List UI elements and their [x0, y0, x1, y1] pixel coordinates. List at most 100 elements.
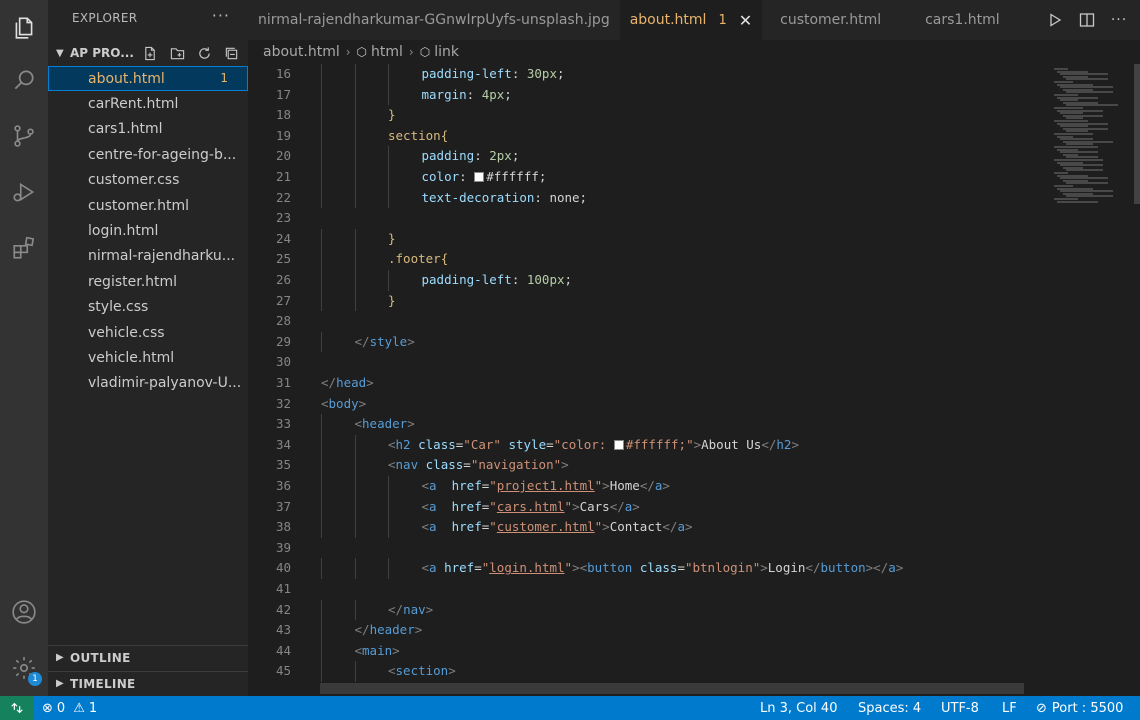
code-token: > [684, 519, 693, 535]
code-line[interactable]: 28 [248, 311, 1048, 332]
code-editor[interactable]: 16 padding-left: 30px; 17 margin: 4px; 18} 19… [248, 64, 1048, 696]
color-swatch[interactable] [474, 172, 485, 182]
file-item[interactable]: about.html 1 [48, 66, 248, 92]
code-line[interactable]: 26 padding-left: 100px; [248, 270, 1048, 291]
file-item[interactable]: vehicle.html [48, 345, 248, 370]
file-item[interactable]: nirmal-rajendharku... [48, 244, 248, 269]
search-icon[interactable] [8, 64, 40, 96]
remote-icon[interactable] [0, 696, 34, 720]
breadcrumb-html[interactable]: html [371, 44, 403, 60]
code-line[interactable]: 17 margin: 4px; [248, 84, 1048, 106]
code-line[interactable]: 22 text-decoration: none; [248, 187, 1048, 209]
outline-section[interactable]: ▶ OUTLINE [48, 645, 248, 669]
code-line[interactable]: 19 section{ [248, 125, 1048, 147]
code-line[interactable]: 36 <a href="project1.html">Home</a> [248, 476, 1048, 497]
tab-label: customer.html [780, 12, 882, 28]
code-line[interactable]: 45 <section> [248, 661, 1048, 682]
run-icon[interactable] [1046, 11, 1064, 29]
code-token: = [474, 560, 482, 576]
code-line[interactable]: 39 [248, 538, 1048, 559]
file-item[interactable]: login.html [48, 218, 248, 243]
file-item[interactable]: vladimir-palyanov-U... [48, 371, 248, 396]
code-token: < [421, 498, 430, 514]
more-icon[interactable]: ··· [1110, 11, 1128, 29]
breadcrumb-file[interactable]: about.html [263, 44, 340, 60]
code-line[interactable]: 27} [248, 290, 1048, 312]
code-line[interactable]: 25 .footer{ [248, 249, 1048, 270]
code-line[interactable]: 21 color: #ffffff; [248, 167, 1048, 188]
split-editor-icon[interactable] [1078, 11, 1096, 29]
collapse-all-icon[interactable] [222, 44, 240, 62]
file-item[interactable]: customer.css [48, 168, 248, 193]
run-debug-icon[interactable] [8, 176, 40, 208]
new-file-icon[interactable] [141, 44, 159, 62]
code-line[interactable]: 23 [248, 208, 1048, 229]
code-token: project1.html [496, 478, 595, 493]
encoding[interactable]: UTF-8 [941, 696, 979, 720]
code-token: : [459, 169, 475, 184]
tab-cars1-html[interactable]: cars1.html [891, 0, 1010, 40]
line-number: 18 [275, 107, 291, 123]
code-line[interactable]: 41 [248, 579, 1048, 600]
file-name: style.css [88, 299, 149, 316]
refresh-icon[interactable] [195, 44, 213, 62]
code-line[interactable]: 20 padding: 2px; [248, 146, 1048, 167]
code-line[interactable]: 18} [248, 105, 1048, 126]
line-number: 38 [275, 519, 291, 535]
code-line[interactable]: 33 <header> [248, 414, 1048, 435]
file-item[interactable]: cars1.html [48, 117, 248, 142]
more-actions-button[interactable]: ··· [212, 6, 230, 25]
end-of-line[interactable]: LF [1002, 696, 1017, 720]
tab-about-html[interactable]: about.html 1 ✕ [619, 0, 763, 40]
code-line[interactable]: 34 <h2 class="Car" style="color: #ffffff;… [248, 434, 1048, 456]
timeline-section[interactable]: ▶ TIMELINE [48, 671, 248, 695]
code-line[interactable]: 37 <a href="cars.html">Cars</a> [248, 496, 1048, 518]
file-item[interactable]: vehicle.css [48, 320, 248, 345]
minimap[interactable] [1050, 64, 1140, 696]
tab-image[interactable]: nirmal-rajendharkumar-GGnwIrpUyfs-unspla… [248, 0, 620, 40]
settings-icon[interactable]: 1 [8, 652, 42, 686]
vertical-scrollbar[interactable] [1134, 64, 1140, 204]
code-token: header [369, 622, 415, 638]
code-token: > [425, 601, 434, 617]
code-line[interactable]: 31 </head> [248, 373, 1048, 394]
problems-indicator[interactable]: ⊗ 0 ⚠ 1 [42, 696, 97, 720]
live-server-port[interactable]: ⊘ Port : 5500 [1036, 696, 1123, 720]
code-line[interactable]: 43 </header> [248, 620, 1048, 641]
files-icon[interactable] [8, 12, 40, 44]
code-line[interactable]: 32 <body> [248, 394, 1048, 415]
code-line[interactable]: 24} [248, 228, 1048, 250]
code-line[interactable]: 29 </style> [248, 331, 1048, 353]
code-line[interactable]: 42 </nav> [248, 599, 1048, 621]
breadcrumb-link[interactable]: link [434, 44, 459, 60]
tab-customer-html[interactable]: customer.html [762, 0, 891, 40]
indent-guide [354, 455, 356, 476]
code-line[interactable]: 35 <nav class="navigation"> [248, 455, 1048, 476]
file-item[interactable]: style.css [48, 295, 248, 320]
code-line[interactable]: 16 padding-left: 30px; [248, 64, 1048, 85]
color-swatch[interactable] [613, 439, 624, 450]
file-item[interactable]: customer.html [48, 193, 248, 218]
source-control-icon[interactable] [8, 120, 40, 152]
code-token: " [489, 519, 497, 535]
project-folder-header[interactable]: ▼ AP PRO... [48, 42, 248, 64]
file-item[interactable]: carRent.html [48, 91, 248, 116]
account-icon[interactable] [8, 596, 40, 628]
indent-guide [354, 290, 356, 312]
cursor-position[interactable]: Ln 3, Col 40 [760, 696, 837, 720]
code-line[interactable]: 30 [248, 352, 1048, 373]
file-item[interactable]: register.html [48, 269, 248, 294]
indentation[interactable]: Spaces: 4 [858, 696, 921, 720]
code-line[interactable]: 38 <a href="customer.html">Contact</a> [248, 517, 1048, 538]
close-icon[interactable]: ✕ [739, 11, 752, 30]
code-line[interactable]: 40 <a href="login.html"><button class="bt… [248, 558, 1048, 579]
code-token: "navigation" [470, 457, 562, 473]
code-token: href [451, 478, 482, 493]
horizontal-scrollbar[interactable] [320, 683, 1024, 694]
code-line[interactable]: 44 <main> [248, 640, 1048, 662]
extensions-icon[interactable] [8, 232, 40, 264]
code-token: class [639, 560, 678, 576]
file-item[interactable]: centre-for-ageing-b... [48, 142, 248, 167]
code-token: = [677, 560, 685, 576]
new-folder-icon[interactable] [168, 44, 186, 62]
